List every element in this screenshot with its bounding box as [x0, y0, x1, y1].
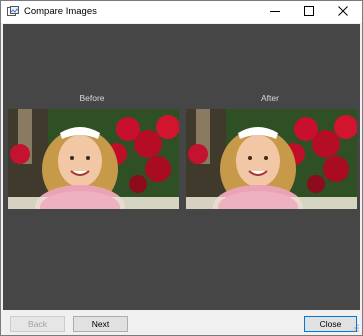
minimize-icon	[270, 6, 280, 18]
next-button[interactable]: Next	[73, 316, 128, 332]
before-label: Before	[79, 93, 105, 103]
compare-images-window: Compare Images Before After Back Next Cl…	[0, 0, 363, 336]
comparison-area: Before After	[3, 24, 360, 310]
title-bar[interactable]: Compare Images	[1, 1, 362, 23]
maximize-button[interactable]	[292, 1, 326, 23]
window-title: Compare Images	[24, 6, 97, 17]
back-button[interactable]: Back	[10, 316, 65, 332]
close-icon	[338, 6, 348, 18]
resize-grip-icon[interactable]	[350, 323, 360, 333]
after-image	[186, 109, 357, 209]
maximize-icon	[304, 6, 314, 18]
close-window-button[interactable]	[326, 1, 360, 23]
button-bar: Back Next Close	[1, 310, 362, 335]
minimize-button[interactable]	[258, 1, 292, 23]
after-label: After	[261, 93, 279, 103]
before-image	[8, 109, 179, 209]
compare-images-app-icon	[7, 6, 19, 17]
